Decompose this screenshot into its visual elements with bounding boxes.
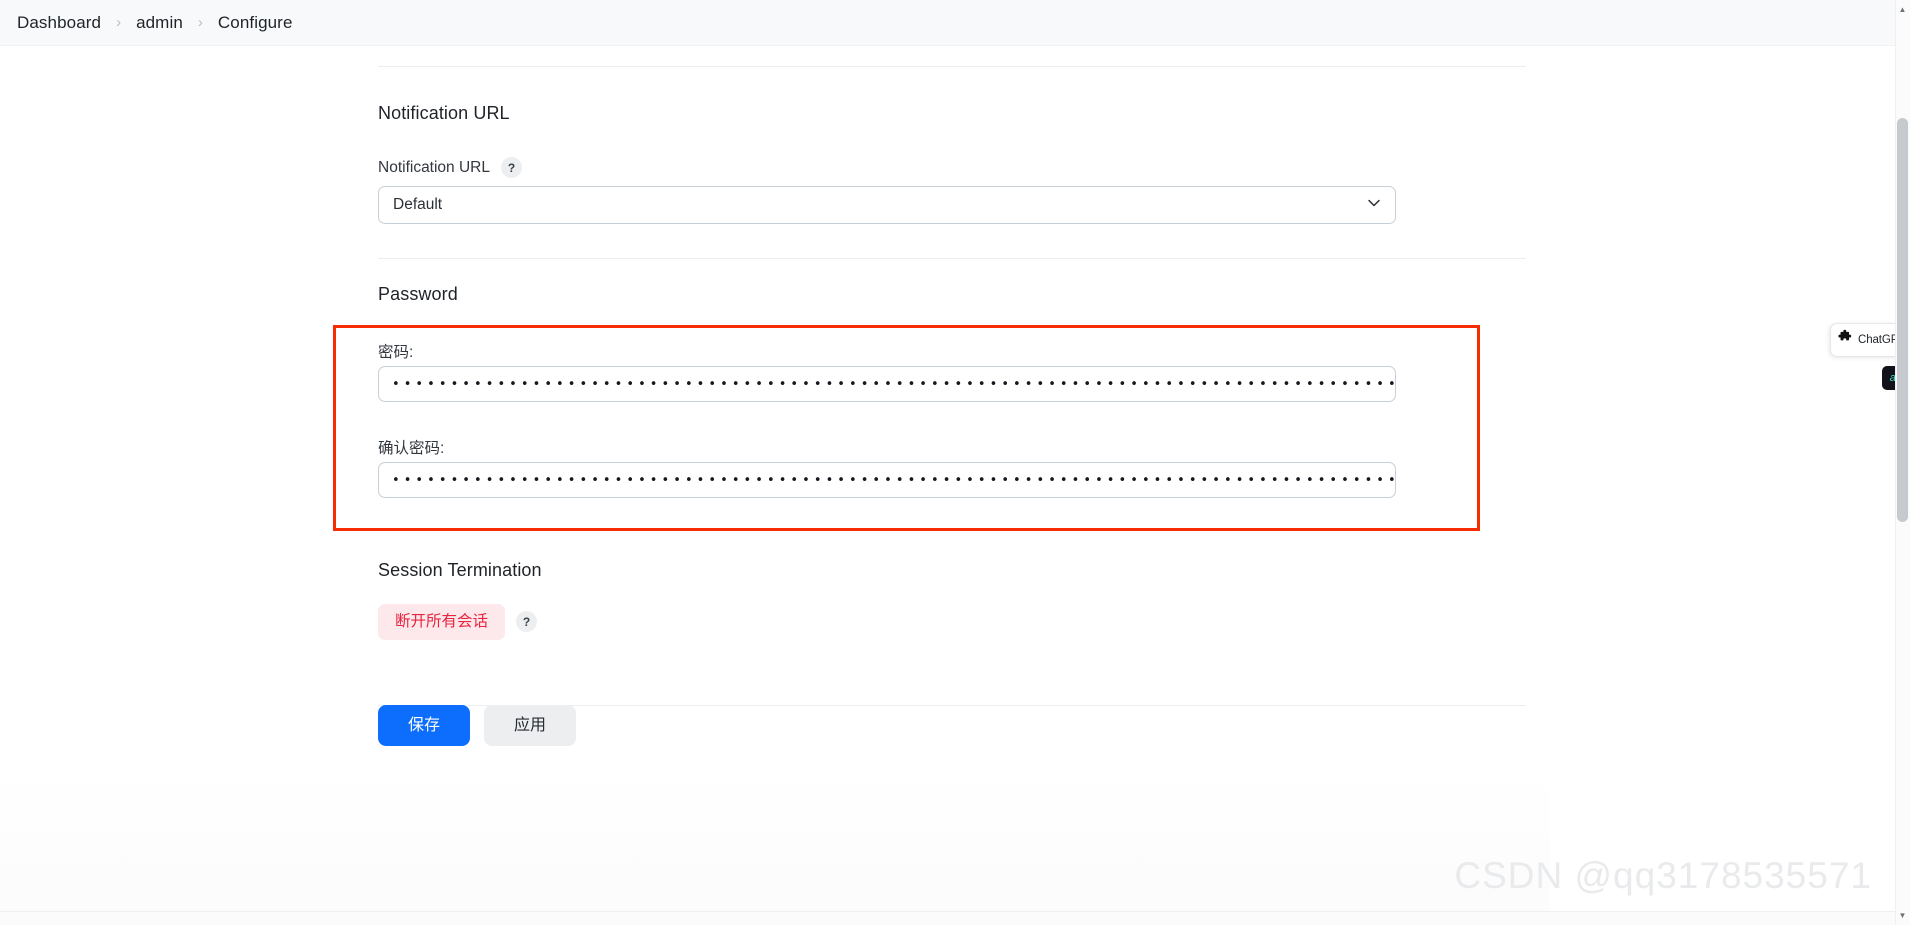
divider <box>378 66 1526 67</box>
field-label-notification-url: Notification URL ? <box>378 157 522 178</box>
vertical-scrollbar-thumb[interactable] <box>1897 118 1908 522</box>
breadcrumb-item-dashboard[interactable]: Dashboard <box>17 13 101 33</box>
confirm-password-input[interactable]: ••••••••••••••••••••••••••••••••••••••••… <box>378 462 1396 498</box>
form-actions: 保存 应用 <box>378 705 577 747</box>
section-title-session-termination: Session Termination <box>378 560 542 580</box>
field-label-text: Notification URL <box>378 158 490 176</box>
annotation-highlight-box <box>333 325 1480 531</box>
notification-url-select-value: Default <box>393 196 443 213</box>
field-label-text: 密码: <box>378 344 414 361</box>
password-input-value: ••••••••••••••••••••••••••••••••••••••••… <box>392 376 1395 392</box>
notification-url-select-wrapper: Default <box>378 186 1396 224</box>
puzzle-piece-icon <box>1837 329 1854 351</box>
breadcrumb-separator: › <box>197 14 203 31</box>
breadcrumb-item-admin[interactable]: admin <box>136 13 183 33</box>
confirm-password-input-value: ••••••••••••••••••••••••••••••••••••••••… <box>392 472 1395 488</box>
field-label-password: 密码: <box>378 340 413 362</box>
section-title-notification-url: Notification URL <box>378 103 510 123</box>
scroll-down-arrow-icon[interactable]: ▼ <box>1897 909 1908 922</box>
footer-bar <box>0 646 1550 925</box>
breadcrumb-separator: › <box>116 14 122 31</box>
breadcrumb: Dashboard › admin › Configure <box>0 0 1910 46</box>
session-termination-row: 断开所有会话 ? <box>378 604 538 640</box>
notification-url-select[interactable]: Default <box>378 186 1396 224</box>
help-icon[interactable]: ? <box>501 157 522 178</box>
save-button[interactable]: 保存 <box>378 705 471 747</box>
field-label-confirm-password: 确认密码: <box>378 436 444 458</box>
vertical-scrollbar-track[interactable]: ▲ ▼ <box>1895 0 1910 925</box>
section-title-password: Password <box>378 284 458 304</box>
disconnect-all-sessions-button[interactable]: 断开所有会话 <box>378 604 506 640</box>
configure-page: Notification URL Notification URL ? Defa… <box>0 46 1910 925</box>
scroll-up-arrow-icon[interactable]: ▲ <box>1897 3 1908 16</box>
field-label-text: 确认密码: <box>378 440 445 457</box>
apply-button[interactable]: 应用 <box>484 705 577 747</box>
divider <box>378 258 1526 259</box>
help-icon[interactable]: ? <box>516 611 538 633</box>
horizontal-scrollbar-track[interactable] <box>0 911 1895 925</box>
breadcrumb-item-configure[interactable]: Configure <box>218 13 293 33</box>
watermark: CSDN @qq3178535571 <box>1454 855 1872 896</box>
password-input[interactable]: ••••••••••••••••••••••••••••••••••••••••… <box>378 366 1396 402</box>
